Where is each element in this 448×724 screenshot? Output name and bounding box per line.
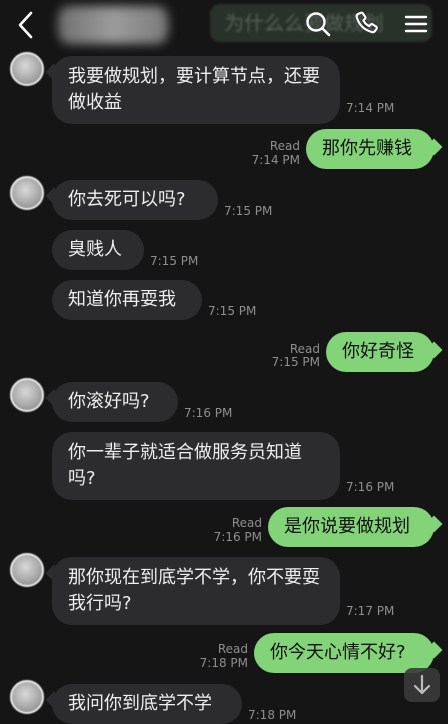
message-bubble-incoming[interactable]: 我问你到底学不学 bbox=[52, 684, 242, 724]
message-bubble-incoming[interactable]: 你去死可以吗? bbox=[52, 180, 218, 220]
read-receipt: Read bbox=[217, 642, 248, 656]
message-bubble-outgoing[interactable]: 你今天心情不好? bbox=[254, 633, 434, 673]
avatar[interactable] bbox=[10, 553, 44, 587]
chat-header: 为什么么要做规划 bbox=[0, 0, 448, 50]
phone-icon bbox=[355, 11, 378, 34]
message-bubble-incoming[interactable]: 那你现在到底学不学，你不要耍我行吗? bbox=[52, 557, 340, 625]
menu-button[interactable] bbox=[402, 10, 430, 38]
chevron-left-icon bbox=[18, 11, 33, 39]
message-bubble-outgoing[interactable]: 是你说要做规划 bbox=[268, 507, 434, 547]
message-bubble-incoming[interactable]: 知道你再耍我 bbox=[52, 280, 202, 320]
message-bubble-outgoing[interactable]: 你好奇怪 bbox=[326, 332, 434, 372]
menu-icon bbox=[404, 15, 428, 33]
message-bubble-incoming[interactable]: 你滚好吗? bbox=[52, 382, 178, 422]
search-icon bbox=[306, 12, 331, 37]
message-time: 7:15 PM bbox=[224, 204, 273, 218]
call-button[interactable] bbox=[353, 10, 381, 38]
message-time: 7:15 PM bbox=[150, 254, 199, 268]
message-bubble-outgoing[interactable]: 那你先赚钱 bbox=[306, 129, 434, 169]
message-bubble-incoming[interactable]: 臭贱人 bbox=[52, 230, 144, 270]
read-receipt: Read bbox=[269, 139, 300, 153]
message-time: 7:17 PM bbox=[346, 604, 395, 618]
message-time: 7:15 PM bbox=[208, 304, 257, 318]
message-bubble-incoming[interactable]: 我要做规划，要计算节点，还要做收益 bbox=[52, 56, 340, 124]
message-time: 7:16 PM bbox=[213, 530, 262, 544]
scroll-to-bottom-button[interactable] bbox=[404, 668, 440, 702]
message-bubble-incoming[interactable]: 你一辈子就适合做服务员知道吗? bbox=[52, 432, 340, 500]
avatar[interactable] bbox=[10, 176, 44, 210]
read-receipt: Read bbox=[289, 342, 320, 356]
avatar[interactable] bbox=[10, 378, 44, 412]
read-receipt: Read bbox=[231, 516, 262, 530]
message-time: 7:18 PM bbox=[248, 708, 297, 722]
message-time: 7:14 PM bbox=[346, 101, 395, 115]
avatar[interactable] bbox=[10, 680, 44, 714]
back-button[interactable] bbox=[12, 9, 40, 41]
message-time: 7:18 PM bbox=[199, 656, 248, 670]
search-button[interactable] bbox=[304, 10, 332, 38]
message-time: 7:15 PM bbox=[271, 355, 320, 369]
message-time: 7:16 PM bbox=[346, 480, 395, 494]
avatar[interactable] bbox=[10, 52, 44, 86]
message-time: 7:14 PM bbox=[251, 153, 300, 167]
arrow-down-icon bbox=[413, 674, 431, 695]
message-time: 7:16 PM bbox=[184, 406, 233, 420]
contact-name-blurred[interactable] bbox=[58, 6, 168, 44]
